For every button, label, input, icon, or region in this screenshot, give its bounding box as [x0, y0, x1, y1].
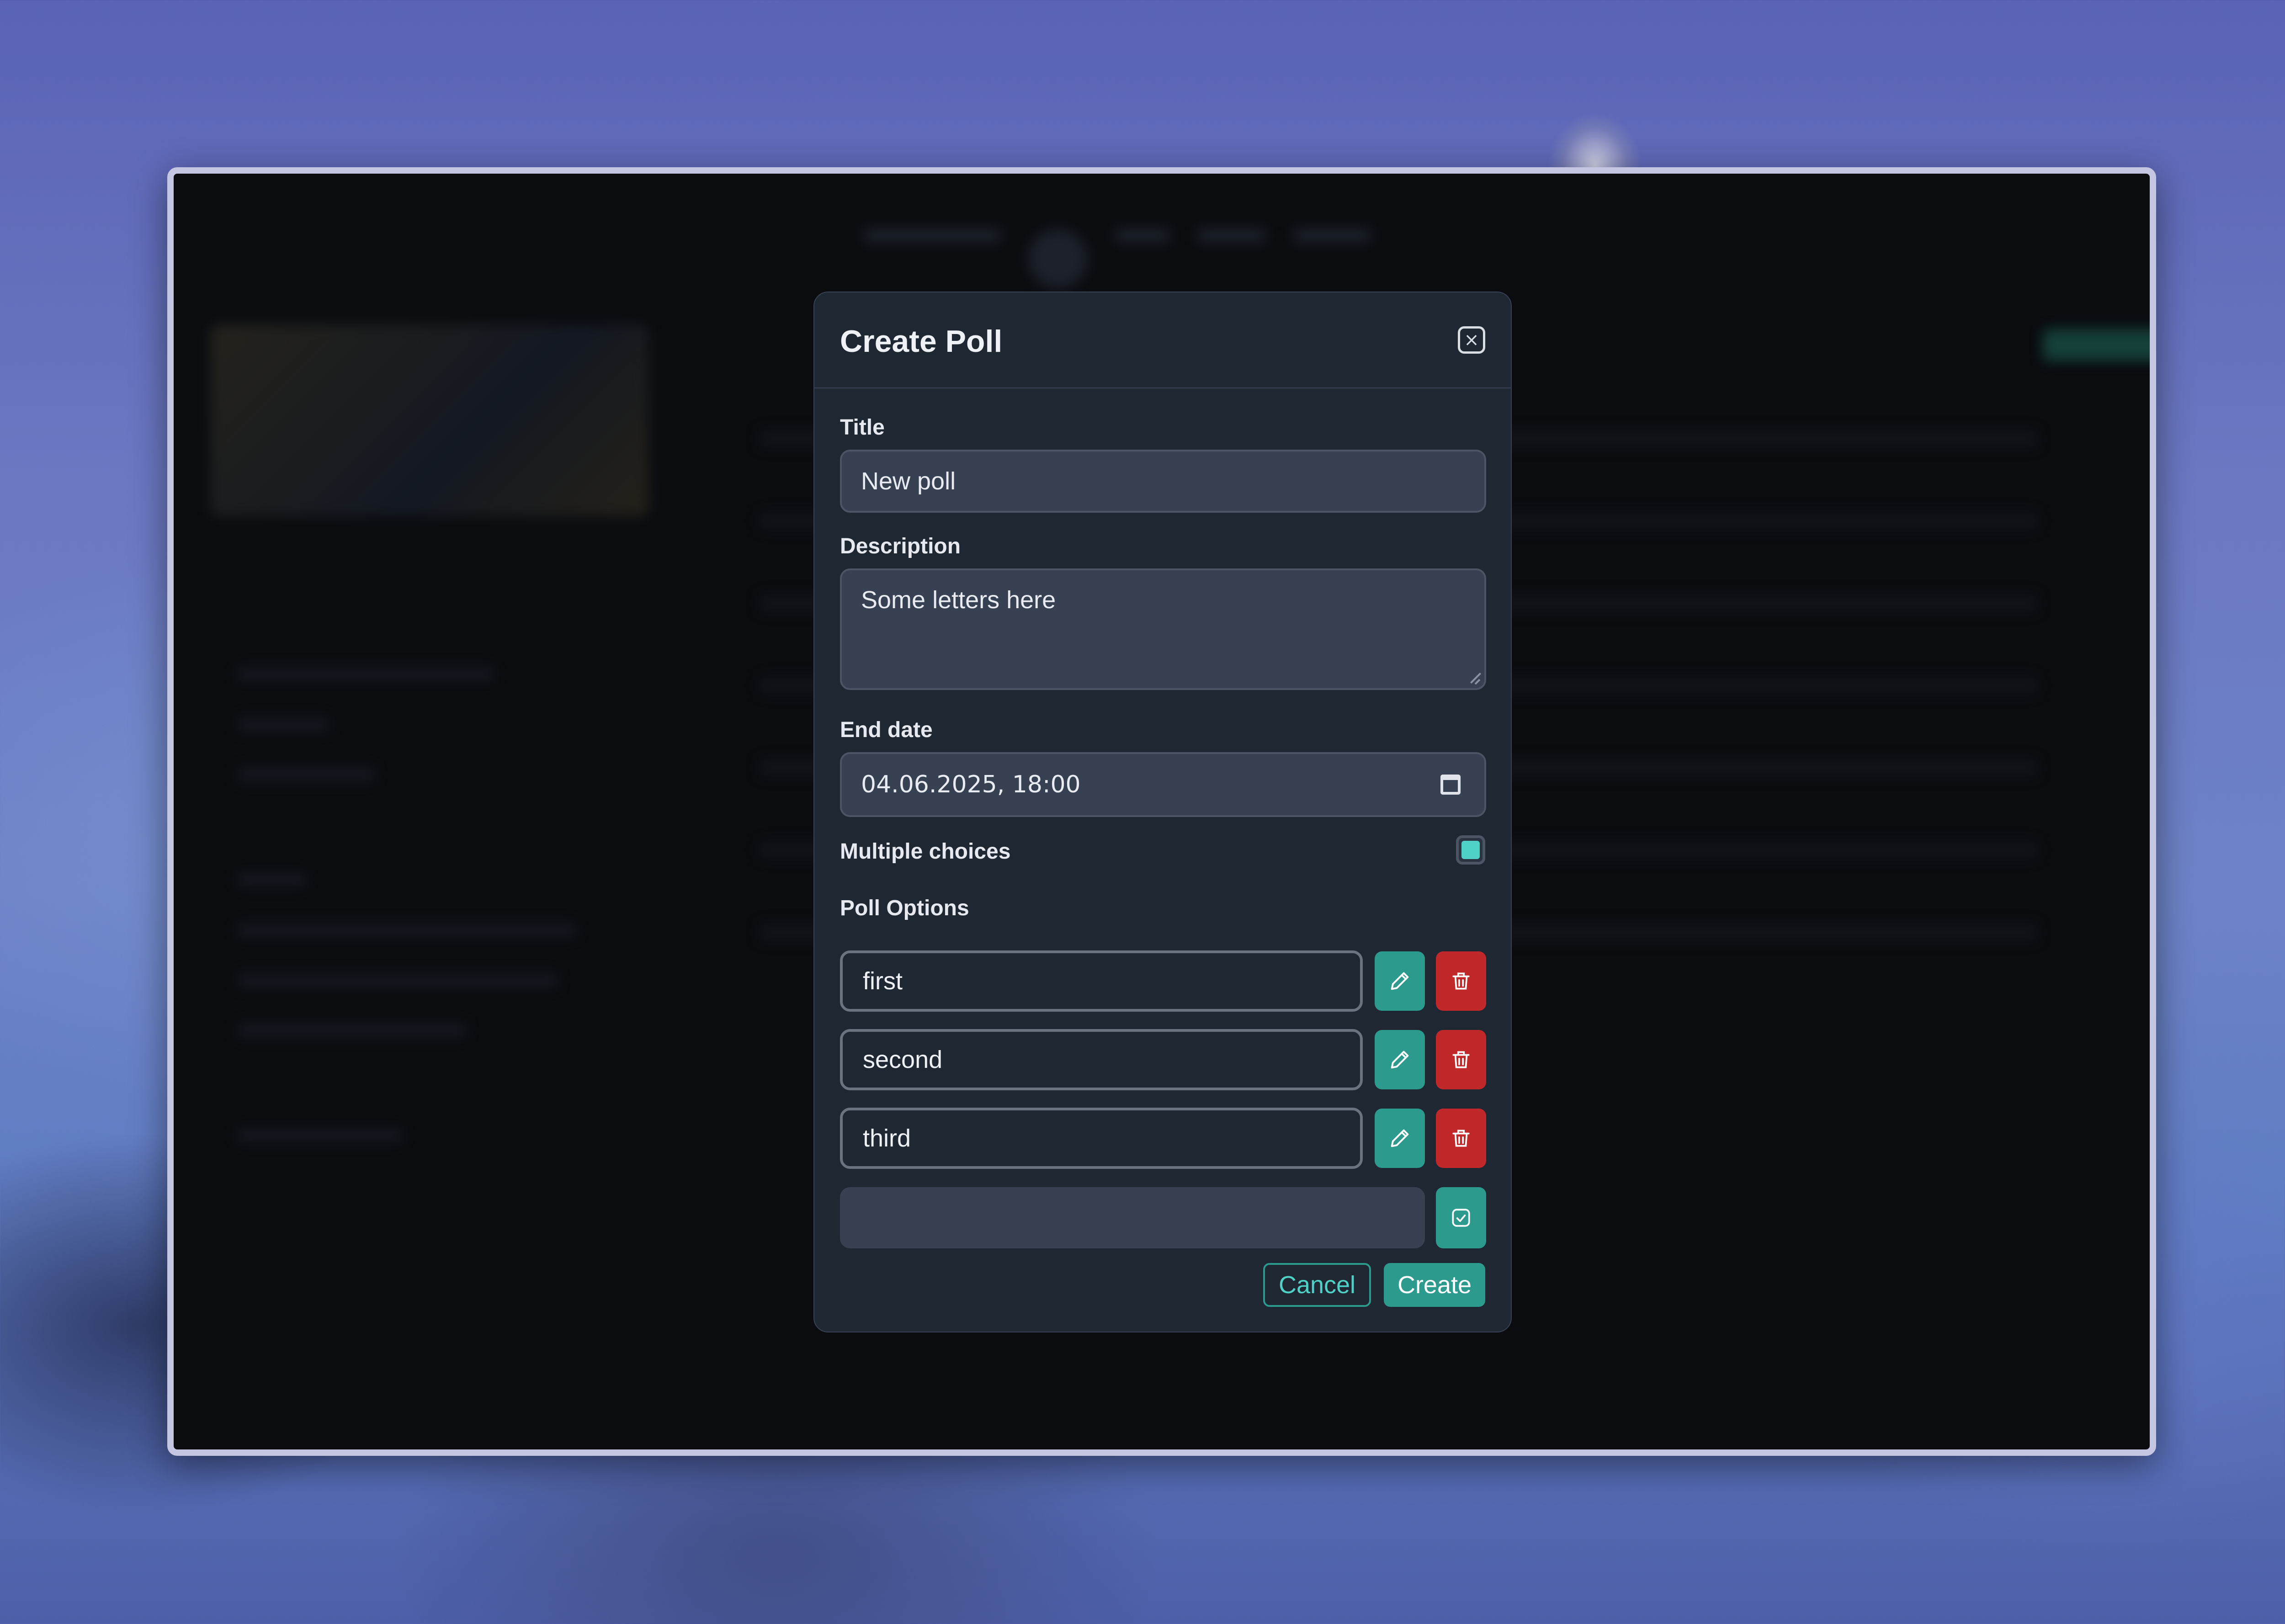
- description-label: Description: [840, 534, 961, 558]
- poll-options-label: Poll Options: [840, 896, 969, 920]
- title-input[interactable]: New poll: [840, 450, 1486, 513]
- multiple-choices-label: Multiple choices: [840, 839, 1011, 864]
- checkbox-checked-mark: [1461, 841, 1480, 859]
- pencil-icon: [1391, 1051, 1409, 1069]
- poll-option-input[interactable]: third: [840, 1108, 1363, 1169]
- end-date-value: 04.06.2025, 18:00: [861, 771, 1081, 798]
- title-label: Title: [840, 415, 885, 440]
- trash-icon: [1452, 972, 1470, 990]
- blurred-banner-card: [210, 324, 649, 516]
- calendar-icon[interactable]: [1440, 775, 1461, 795]
- new-option-input[interactable]: [840, 1187, 1425, 1248]
- delete-option-button[interactable]: [1436, 1030, 1486, 1089]
- edit-option-button[interactable]: [1375, 1030, 1425, 1089]
- close-icon[interactable]: ×: [1458, 326, 1485, 354]
- check-square-icon: [1452, 1209, 1470, 1227]
- end-date-input[interactable]: 04.06.2025, 18:00: [840, 752, 1486, 817]
- trash-icon: [1452, 1130, 1470, 1147]
- edit-option-button[interactable]: [1375, 1109, 1425, 1168]
- multiple-choices-checkbox[interactable]: [1456, 835, 1485, 865]
- pencil-icon: [1391, 1129, 1409, 1147]
- modal-header: Create Poll ×: [814, 292, 1511, 388]
- poll-option-input[interactable]: first: [840, 950, 1363, 1012]
- cancel-button[interactable]: Cancel: [1263, 1263, 1371, 1307]
- modal-title: Create Poll: [840, 324, 1003, 359]
- create-button[interactable]: Create: [1384, 1263, 1485, 1307]
- delete-option-button[interactable]: [1436, 951, 1486, 1011]
- edit-option-button[interactable]: [1375, 951, 1425, 1011]
- description-textarea[interactable]: Some letters here: [840, 568, 1486, 690]
- trash-icon: [1452, 1051, 1470, 1068]
- resize-handle-icon[interactable]: [1470, 674, 1481, 685]
- end-date-label: End date: [840, 718, 933, 742]
- delete-option-button[interactable]: [1436, 1109, 1486, 1168]
- create-poll-modal: Create Poll × Title New poll Description…: [813, 292, 1512, 1332]
- poll-option-input[interactable]: second: [840, 1029, 1363, 1090]
- blurred-sidebar: [210, 631, 622, 1407]
- pencil-icon: [1391, 972, 1409, 990]
- confirm-option-button[interactable]: [1436, 1187, 1486, 1248]
- description-text: Some letters here: [861, 586, 1056, 614]
- blurred-top-nav: [850, 210, 1499, 288]
